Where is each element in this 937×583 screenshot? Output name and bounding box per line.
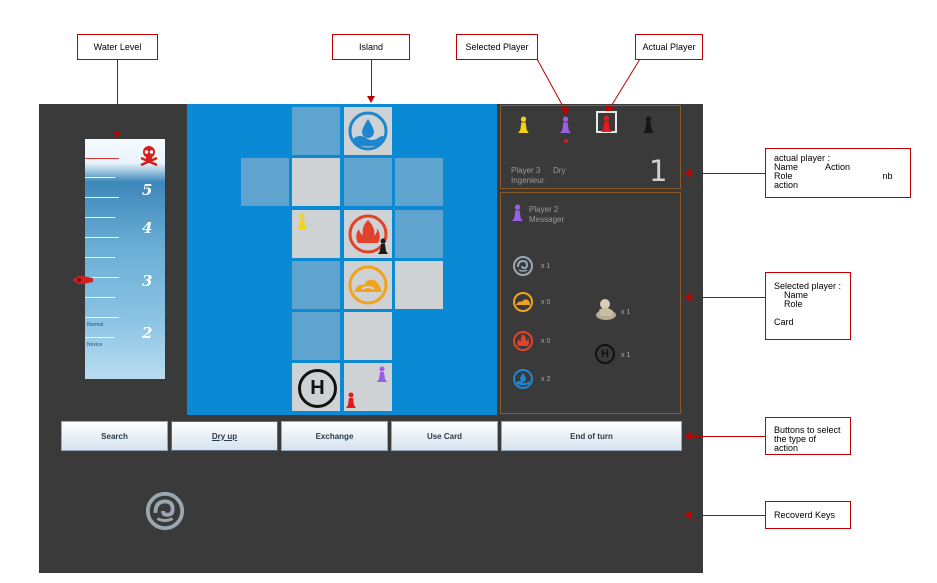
pawn-icon[interactable] xyxy=(601,115,612,132)
pawn-icon xyxy=(297,213,307,229)
island-tile[interactable] xyxy=(292,107,340,155)
island-tile[interactable]: H xyxy=(292,363,340,411)
selected-player-panel: Player 2 Messager x 1 x 0 x 0 x 2 x 1 H … xyxy=(500,192,681,414)
nb-action: 1 xyxy=(649,154,668,188)
card-count-water: x 2 xyxy=(541,376,551,383)
pawn-icon xyxy=(377,366,387,382)
water-level-meter: 5 4 3 2 Normal Novice xyxy=(85,139,165,379)
island-tile[interactable] xyxy=(395,261,443,309)
wind-icon[interactable] xyxy=(512,255,534,277)
use-card-button[interactable]: Use Card xyxy=(391,421,498,451)
water-level-2: 2 xyxy=(142,324,153,342)
pawn-icon[interactable] xyxy=(518,116,529,133)
pawn-icon[interactable] xyxy=(643,116,654,133)
selected-player-info-label: Selected player : Name Role Card xyxy=(765,272,851,340)
special-count-statue: x 1 xyxy=(621,309,631,316)
water-icon xyxy=(348,111,388,151)
island-tile[interactable] xyxy=(395,158,443,206)
island-tile[interactable] xyxy=(344,107,392,155)
island-tile[interactable] xyxy=(241,158,289,206)
dry-up-button[interactable]: Dry up xyxy=(171,421,278,451)
card-count-fire: x 0 xyxy=(541,338,551,345)
earth-icon xyxy=(348,265,388,305)
buttons-info-label: Buttons to select the type of action xyxy=(765,417,851,455)
wind-icon xyxy=(145,491,185,531)
end-of-turn-button[interactable]: End of turn xyxy=(501,421,682,451)
water-icon[interactable] xyxy=(512,368,534,390)
actual-player-role: Ingenieur xyxy=(511,176,545,185)
island-board: H xyxy=(187,104,497,415)
actual-player-action: Dry xyxy=(553,166,566,175)
pawn-icon[interactable] xyxy=(560,116,571,133)
difficulty-novice: Novice xyxy=(87,342,103,348)
actual-player-label: Actual Player xyxy=(635,34,703,60)
selected-marker xyxy=(564,139,568,143)
actual-player-panel: Player 3 Dry Ingenieur 1 xyxy=(500,105,681,189)
water-level-4: 4 xyxy=(142,219,153,237)
water-level-marker xyxy=(73,275,93,285)
helicopter-icon[interactable]: H xyxy=(595,344,615,364)
actual-player-info-label: actual player : Name Action Role nb action xyxy=(765,148,911,198)
island-tile[interactable] xyxy=(344,210,392,258)
actual-player-name: Player 3 xyxy=(511,166,541,175)
selected-player-role: Messager xyxy=(529,215,565,224)
island-tile[interactable] xyxy=(344,312,392,360)
water-level-label: Water Level xyxy=(77,34,158,60)
exchange-button[interactable]: Exchange xyxy=(281,421,388,451)
selected-player-name: Player 2 xyxy=(529,205,559,214)
helicopter-icon: H xyxy=(298,369,337,408)
pawn-icon xyxy=(346,392,356,408)
island-tile[interactable] xyxy=(292,261,340,309)
island-label: Island xyxy=(332,34,410,60)
card-count-earth: x 0 xyxy=(541,299,551,306)
special-count-helicopter: x 1 xyxy=(621,352,631,359)
island-tile[interactable] xyxy=(292,312,340,360)
pawn-icon xyxy=(512,204,523,221)
island-tile[interactable] xyxy=(344,363,392,411)
island-tile[interactable] xyxy=(292,210,340,258)
island-tile[interactable] xyxy=(344,261,392,309)
selected-player-label: Selected Player xyxy=(456,34,538,60)
recovered-keys-label: Recoverd Keys xyxy=(765,501,851,529)
fire-icon[interactable] xyxy=(512,330,534,352)
difficulty-normal: Normal xyxy=(87,322,104,328)
island-tile[interactable] xyxy=(292,158,340,206)
water-level-3: 3 xyxy=(142,272,153,290)
island-tile[interactable] xyxy=(395,210,443,258)
card-count-wind: x 1 xyxy=(541,263,551,270)
pawn-icon xyxy=(378,238,388,254)
skull-icon xyxy=(140,146,158,166)
earth-icon[interactable] xyxy=(512,291,534,313)
statue-icon[interactable] xyxy=(594,297,618,321)
water-level-5: 5 xyxy=(142,181,153,199)
search-button[interactable]: Search xyxy=(61,421,168,451)
island-tile[interactable] xyxy=(344,158,392,206)
